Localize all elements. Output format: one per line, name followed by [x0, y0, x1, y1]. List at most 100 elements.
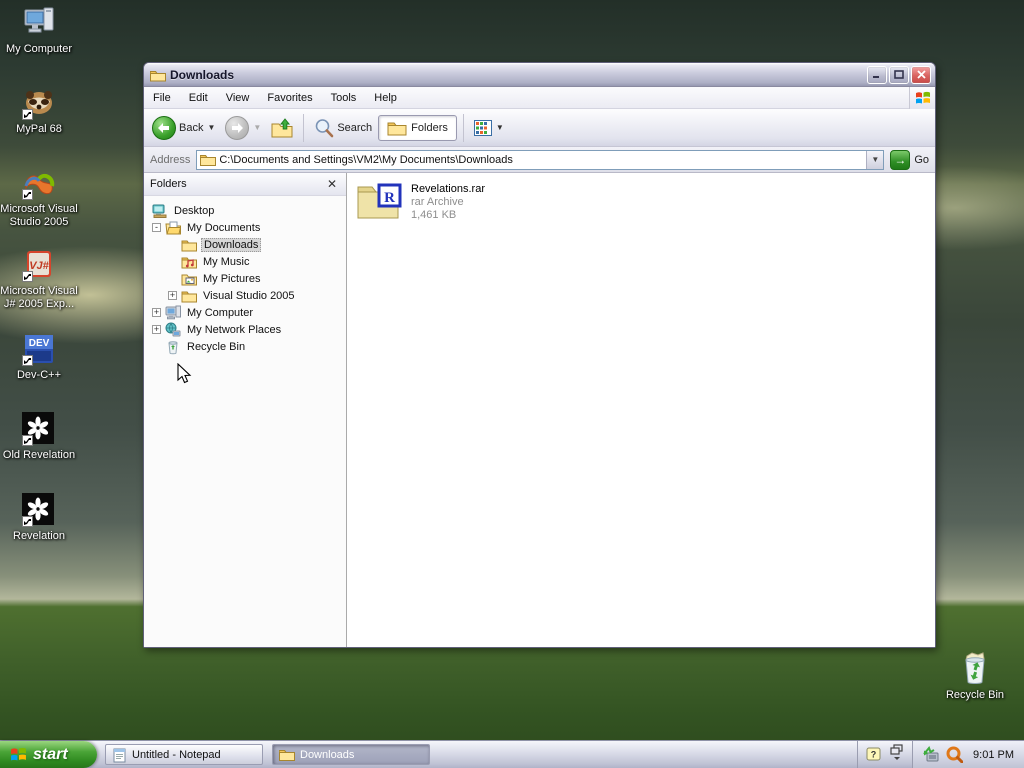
safely-remove-hardware-icon[interactable] [923, 746, 940, 763]
mypal-icon [22, 86, 56, 120]
rar-archive-icon: R [357, 181, 403, 219]
menu-bar: File Edit View Favorites Tools Help [144, 86, 935, 109]
tree-label: Desktop [174, 204, 215, 217]
visual-studio-icon [22, 166, 56, 200]
tree-item-my-documents[interactable]: - My Documents [144, 219, 346, 236]
desktop-icon-revelation[interactable]: Revelation [0, 493, 78, 543]
desktop-icon-my-computer[interactable]: My Computer [0, 6, 78, 56]
menu-view[interactable]: View [217, 89, 259, 107]
up-folder-icon [271, 117, 293, 137]
my-computer-icon [22, 6, 56, 40]
desktop-icon-label: Microsoft Visual J# 2005 Exp... [0, 285, 78, 310]
address-field[interactable]: ▼ [196, 149, 885, 170]
back-label: Back [179, 121, 204, 134]
file-item-revelations-rar[interactable]: R Revelations.rar rar Archive 1,461 KB [357, 181, 485, 222]
notepad-icon [113, 748, 126, 762]
desktop-icon-old-revelation[interactable]: Old Revelation [0, 412, 78, 462]
folders-pane-close-icon[interactable]: ✕ [324, 177, 340, 191]
desktop-icon-recycle-bin[interactable]: Recycle Bin [938, 652, 1012, 702]
language-bar-restore-icon[interactable] [890, 744, 904, 765]
tree-item-my-computer[interactable]: + My Computer [144, 304, 346, 321]
tree-label: My Pictures [203, 272, 261, 285]
task-button-notepad[interactable]: Untitled - Notepad [105, 744, 263, 765]
go-button[interactable]: → Go [890, 149, 929, 170]
minimize-button[interactable] [867, 65, 887, 84]
window-body: Folders ✕ Desktop - My Documents Downloa… [144, 173, 935, 647]
language-bar: ? [857, 741, 912, 768]
expand-icon[interactable]: + [152, 308, 161, 317]
forward-button[interactable]: ▼ [221, 114, 265, 142]
menu-edit[interactable]: Edit [180, 89, 217, 107]
window-titlebar[interactable]: Downloads [144, 63, 935, 87]
task-button-label: Untitled - Notepad [132, 748, 221, 761]
folder-icon [181, 240, 197, 251]
folder-icon [150, 70, 166, 81]
close-button[interactable] [911, 65, 931, 84]
tree-item-my-music[interactable]: My Music [144, 253, 346, 270]
folders-button[interactable]: Folders [378, 114, 457, 141]
back-button[interactable]: Back ▼ [148, 114, 219, 142]
folder-icon [200, 155, 217, 166]
svg-text:R: R [384, 190, 395, 206]
toolbar-separator [303, 113, 305, 142]
menu-tools[interactable]: Tools [322, 89, 366, 107]
forward-dropdown-icon[interactable]: ▼ [253, 123, 261, 132]
folder-icon [181, 291, 197, 302]
search-button[interactable]: Search [310, 116, 376, 140]
my-pictures-icon [181, 274, 197, 285]
views-dropdown-icon[interactable]: ▼ [496, 123, 504, 132]
taskbar-empty-area [431, 741, 857, 768]
tree-item-desktop[interactable]: Desktop [144, 202, 346, 219]
tree-item-visual-studio-2005[interactable]: + Visual Studio 2005 [144, 287, 346, 304]
up-button[interactable] [267, 116, 297, 140]
menu-favorites[interactable]: Favorites [258, 89, 321, 107]
start-button[interactable]: start [0, 741, 97, 768]
folders-pane-header: Folders ✕ [144, 173, 346, 196]
tree-item-my-pictures[interactable]: My Pictures [144, 270, 346, 287]
explorer-window: Downloads File Edit View Favorites Tools… [143, 62, 936, 648]
desktop-icon-label: Dev-C++ [16, 369, 62, 381]
desktop-icon-devcpp[interactable]: DEV Dev-C++ [0, 332, 78, 382]
desktop-icon-label: Recycle Bin [945, 689, 1005, 701]
system-tray: 9:01 PM [912, 741, 1024, 768]
collapse-icon[interactable]: - [152, 223, 161, 232]
recycle-bin-icon [168, 340, 178, 354]
tree-item-downloads[interactable]: Downloads [144, 236, 346, 253]
desktop-icon-label: My Computer [5, 43, 73, 55]
tree-label: Visual Studio 2005 [203, 289, 295, 302]
maximize-button[interactable] [889, 65, 909, 84]
desktop-icon-visual-jsharp[interactable]: VJ# Microsoft Visual J# 2005 Exp... [0, 248, 78, 311]
shortcut-arrow-icon [22, 435, 33, 446]
tree-label: My Network Places [187, 323, 282, 336]
tree-label: My Music [203, 255, 250, 268]
mypal-tray-icon[interactable] [946, 746, 964, 763]
folder-icon [279, 750, 295, 761]
desktop-icon-label: Microsoft Visual Studio 2005 [0, 203, 78, 228]
address-bar: Address ▼ → Go [144, 147, 935, 173]
svg-text:DEV: DEV [29, 338, 50, 349]
views-button[interactable]: ▼ [470, 118, 508, 138]
menu-help[interactable]: Help [365, 89, 406, 107]
devcpp-icon: DEV [22, 332, 56, 366]
start-label: start [33, 745, 68, 763]
shortcut-arrow-icon [22, 189, 33, 200]
tree-label: My Computer [187, 306, 254, 319]
task-button-downloads[interactable]: Downloads [272, 744, 430, 765]
address-label: Address [150, 153, 191, 166]
tree-item-recycle-bin[interactable]: Recycle Bin [144, 338, 346, 355]
help-icon[interactable]: ? [866, 747, 882, 763]
desktop-icon-mypal[interactable]: MyPal 68 [0, 86, 78, 136]
my-music-icon [181, 257, 197, 268]
tree-item-my-network-places[interactable]: + My Network Places [144, 321, 346, 338]
back-dropdown-icon[interactable]: ▼ [207, 123, 215, 132]
expand-icon[interactable]: + [168, 291, 177, 300]
expand-icon[interactable]: + [152, 325, 161, 334]
address-dropdown-icon[interactable]: ▼ [866, 150, 884, 169]
menu-file[interactable]: File [144, 89, 180, 107]
my-network-places-icon [165, 322, 181, 336]
tree-label: My Documents [187, 221, 261, 234]
desktop-icon-visual-studio[interactable]: Microsoft Visual Studio 2005 [0, 166, 78, 229]
revelation-icon [22, 412, 56, 446]
address-input[interactable] [219, 153, 867, 166]
desktop-icon-label: MyPal 68 [16, 123, 62, 135]
